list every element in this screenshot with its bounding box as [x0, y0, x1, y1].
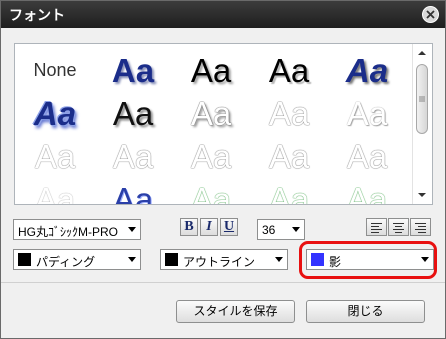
- align-right-button[interactable]: [410, 218, 431, 236]
- highlight-annotation: [299, 241, 437, 279]
- underline-button[interactable]: U: [220, 218, 238, 236]
- italic-button[interactable]: I: [200, 218, 218, 236]
- font-size-select[interactable]: 36: [257, 219, 305, 240]
- style-sample[interactable]: Aa: [172, 178, 250, 205]
- align-center-button[interactable]: [388, 218, 409, 236]
- dialog-title: フォント: [9, 8, 65, 24]
- bold-button[interactable]: B: [180, 218, 198, 236]
- style-sample[interactable]: Aa: [328, 178, 406, 205]
- align-left-button[interactable]: [366, 218, 387, 236]
- style-none[interactable]: None: [16, 49, 94, 91]
- font-dialog: フォント None Aa Aa Aa Aa Aa Aa Aa Aa Aa Aa …: [0, 0, 446, 339]
- scroll-up-icon[interactable]: [416, 47, 428, 59]
- style-sample[interactable]: Aa: [328, 92, 406, 134]
- chevron-down-icon: [128, 227, 136, 232]
- style-sample[interactable]: Aa: [94, 178, 172, 205]
- font-size-value: 36: [262, 223, 276, 237]
- style-sample[interactable]: Aa: [16, 92, 94, 134]
- style-sample[interactable]: Aa: [16, 178, 94, 205]
- style-none-label: None: [33, 59, 77, 80]
- style-sample[interactable]: Aa: [172, 49, 250, 91]
- title-bar: フォント: [1, 1, 445, 28]
- style-sample[interactable]: Aa: [328, 135, 406, 177]
- gallery-scrollbar[interactable]: [412, 44, 432, 204]
- scrollbar-thumb[interactable]: [416, 64, 428, 134]
- style-gallery: None Aa Aa Aa Aa Aa Aa Aa Aa Aa Aa Aa Aa…: [14, 43, 433, 205]
- close-icon[interactable]: [422, 6, 439, 23]
- style-sample[interactable]: Aa: [250, 178, 328, 205]
- style-sample[interactable]: Aa: [250, 92, 328, 134]
- style-sample[interactable]: Aa: [250, 49, 328, 91]
- style-sample[interactable]: Aa: [250, 135, 328, 177]
- padding-label: パディング: [36, 255, 96, 269]
- font-family-select[interactable]: HG丸ｺﾞｼｯｸM-PRO: [13, 219, 141, 240]
- style-sample[interactable]: Aa: [94, 135, 172, 177]
- save-style-button[interactable]: スタイルを保存: [176, 300, 295, 323]
- outline-color-swatch[interactable]: [165, 253, 178, 266]
- style-sample[interactable]: Aa: [94, 49, 172, 91]
- divider: [1, 282, 445, 283]
- chevron-down-icon: [128, 257, 136, 262]
- close-button[interactable]: 閉じる: [306, 300, 425, 323]
- font-family-value: HG丸ｺﾞｼｯｸM-PRO: [18, 225, 118, 239]
- outline-label: アウトライン: [183, 255, 256, 269]
- style-sample[interactable]: Aa: [172, 92, 250, 134]
- chevron-down-icon: [275, 257, 283, 262]
- style-sample[interactable]: Aa: [172, 135, 250, 177]
- style-sample[interactable]: Aa: [16, 135, 94, 177]
- scroll-down-icon[interactable]: [416, 189, 428, 201]
- style-sample[interactable]: Aa: [94, 92, 172, 134]
- padding-color-swatch[interactable]: [18, 253, 31, 266]
- chevron-down-icon: [292, 227, 300, 232]
- padding-select[interactable]: パディング: [13, 249, 141, 270]
- outline-select[interactable]: アウトライン: [160, 249, 288, 270]
- style-sample[interactable]: Aa: [328, 49, 406, 91]
